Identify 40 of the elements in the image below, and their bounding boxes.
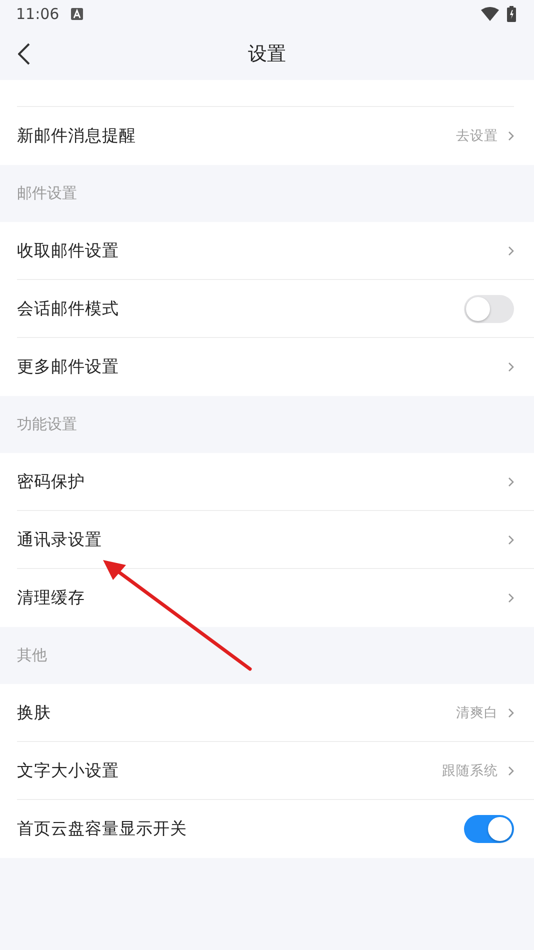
settings-row[interactable]: 首页云盘容量显示开关 bbox=[17, 800, 534, 858]
row-label: 换肤 bbox=[17, 702, 52, 724]
settings-row[interactable]: 文字大小设置 跟随系统 bbox=[17, 742, 534, 800]
row-label: 会话邮件模式 bbox=[17, 298, 120, 320]
wifi-icon bbox=[481, 7, 499, 21]
row-value: 去设置 bbox=[456, 127, 498, 145]
settings-row[interactable]: 换肤 清爽白 bbox=[17, 684, 534, 742]
notification-icon bbox=[71, 8, 84, 20]
chevron-icon bbox=[508, 246, 514, 256]
row-label: 更多邮件设置 bbox=[17, 356, 120, 378]
toggle-switch[interactable] bbox=[464, 294, 514, 322]
status-time: 11:06 bbox=[16, 5, 60, 23]
row-label: 首页云盘容量显示开关 bbox=[17, 818, 188, 840]
battery-icon bbox=[507, 6, 516, 22]
row-label: 密码保护 bbox=[17, 470, 86, 492]
chevron-icon bbox=[508, 534, 514, 544]
chevron-icon bbox=[508, 708, 514, 718]
row-value: 跟随系统 bbox=[442, 762, 498, 780]
row-label: 收取邮件设置 bbox=[17, 240, 120, 262]
settings-row[interactable]: 密码保护 bbox=[17, 453, 534, 511]
section-header: 邮件设置 bbox=[16, 183, 78, 204]
chevron-icon bbox=[508, 362, 514, 372]
row-label: 文字大小设置 bbox=[17, 760, 120, 782]
chevron-icon bbox=[508, 476, 514, 486]
section-header: 其他 bbox=[16, 645, 48, 666]
section-header: 功能设置 bbox=[16, 414, 78, 435]
row-label: 通讯录设置 bbox=[17, 528, 103, 550]
row-label: 清理缓存 bbox=[17, 587, 86, 609]
settings-row[interactable]: 会话邮件模式 bbox=[17, 280, 534, 338]
row-label: 新邮件消息提醒 bbox=[17, 125, 137, 147]
settings-row[interactable]: 更多邮件设置 bbox=[17, 338, 534, 396]
settings-row[interactable]: 收取邮件设置 bbox=[17, 222, 534, 280]
page-title: 设置 bbox=[248, 42, 286, 67]
toggle-switch[interactable] bbox=[464, 815, 514, 843]
chevron-icon bbox=[508, 131, 514, 141]
back-icon[interactable] bbox=[18, 43, 30, 65]
chevron-icon bbox=[508, 593, 514, 603]
chevron-icon bbox=[508, 766, 514, 776]
row-value: 清爽白 bbox=[456, 704, 498, 722]
settings-row[interactable]: 清理缓存 bbox=[17, 569, 534, 627]
